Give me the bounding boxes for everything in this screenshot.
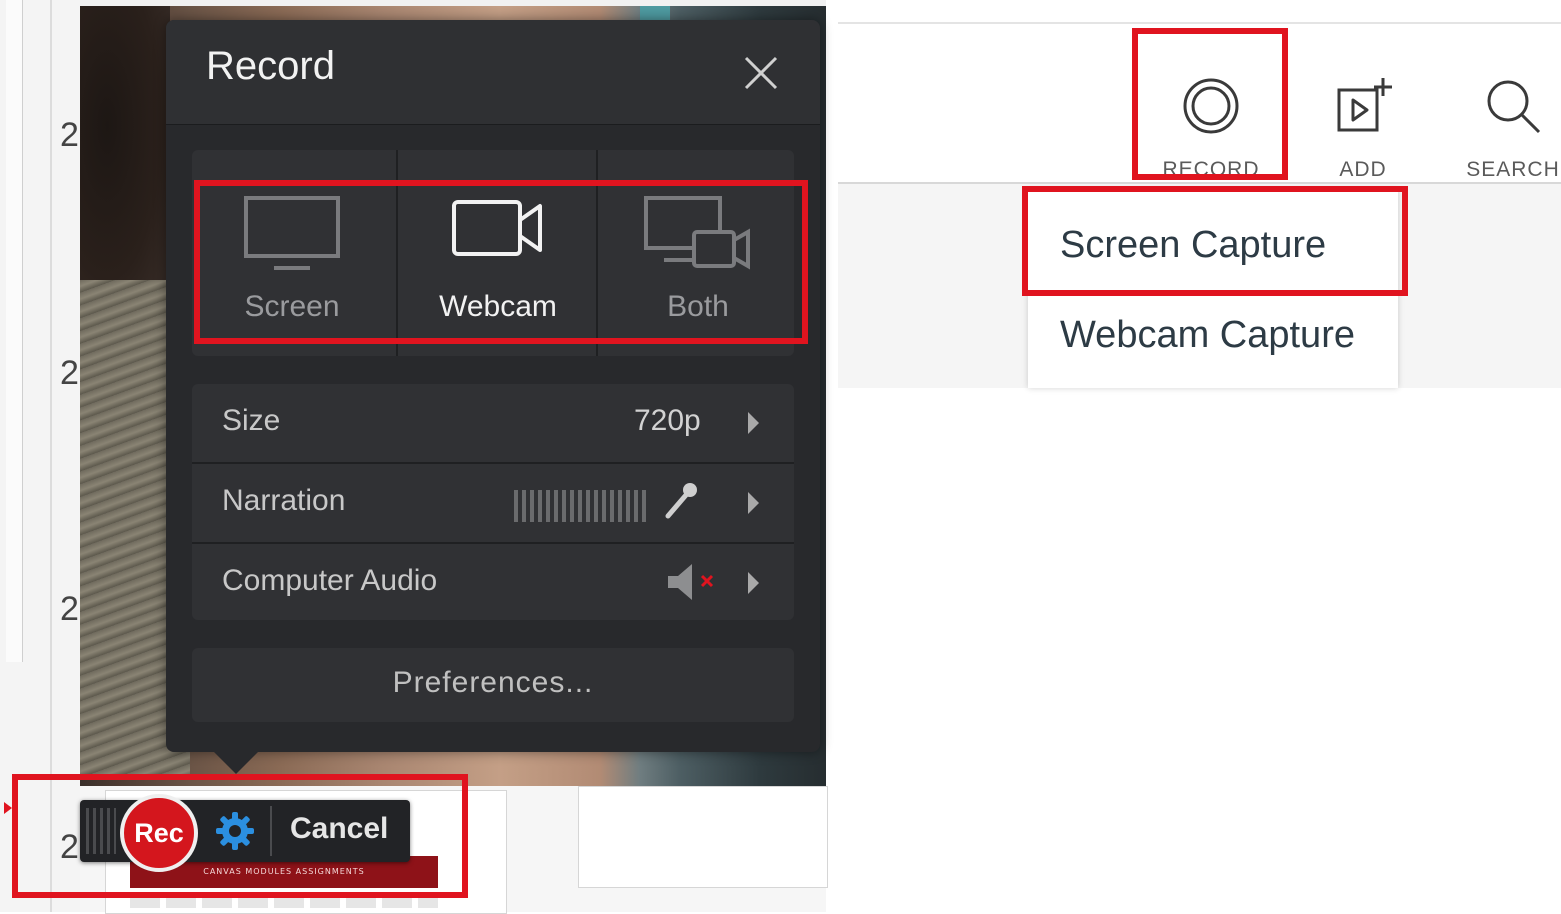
chevron-right-icon — [748, 412, 759, 434]
add-nav-label: ADD — [1339, 158, 1387, 181]
close-button[interactable] — [740, 52, 782, 94]
add-media-icon — [1337, 78, 1392, 132]
panel-pointer — [214, 752, 258, 774]
toolbar-highlight-box — [12, 774, 468, 898]
size-label: Size — [222, 404, 281, 437]
row-number: 2 — [60, 116, 79, 154]
speaker-muted-icon — [668, 564, 714, 600]
computer-audio-setting-row[interactable]: Computer Audio — [192, 544, 794, 620]
record-highlight-box — [1132, 28, 1288, 180]
microphone-icon — [665, 483, 697, 519]
size-value: 720p — [634, 404, 701, 437]
search-nav-label: SEARCH — [1466, 158, 1560, 181]
narration-label: Narration — [222, 484, 346, 517]
search-icon — [1487, 80, 1541, 134]
computer-audio-label: Computer Audio — [222, 564, 438, 597]
mode-highlight-box — [194, 180, 808, 344]
webcam-preview-detail — [80, 6, 170, 306]
size-setting-row[interactable]: Size 720p — [192, 384, 794, 460]
menu-item-webcam-capture[interactable]: Webcam Capture — [1060, 314, 1355, 357]
chevron-right-icon — [748, 492, 759, 514]
close-icon — [744, 56, 778, 90]
record-settings: Size 720p Narration Computer Audio — [192, 384, 794, 620]
preferences-button[interactable]: Preferences... — [192, 648, 794, 722]
panel-title: Record — [206, 44, 335, 88]
narration-setting-row[interactable]: Narration — [192, 464, 794, 540]
row-number: 2 — [60, 354, 79, 392]
row-marker — [4, 802, 12, 814]
search-nav-button[interactable]: SEARCH — [1438, 58, 1561, 188]
document-panel-edge — [6, 0, 23, 662]
row-number: 2 — [60, 590, 79, 628]
add-nav-button[interactable]: ADD — [1288, 58, 1438, 188]
slide-thumbnail — [578, 786, 828, 888]
screen-capture-highlight-box — [1022, 186, 1408, 296]
preferences-label: Preferences... — [392, 666, 594, 699]
audio-level-meter — [514, 490, 648, 522]
chevron-right-icon — [748, 572, 759, 594]
